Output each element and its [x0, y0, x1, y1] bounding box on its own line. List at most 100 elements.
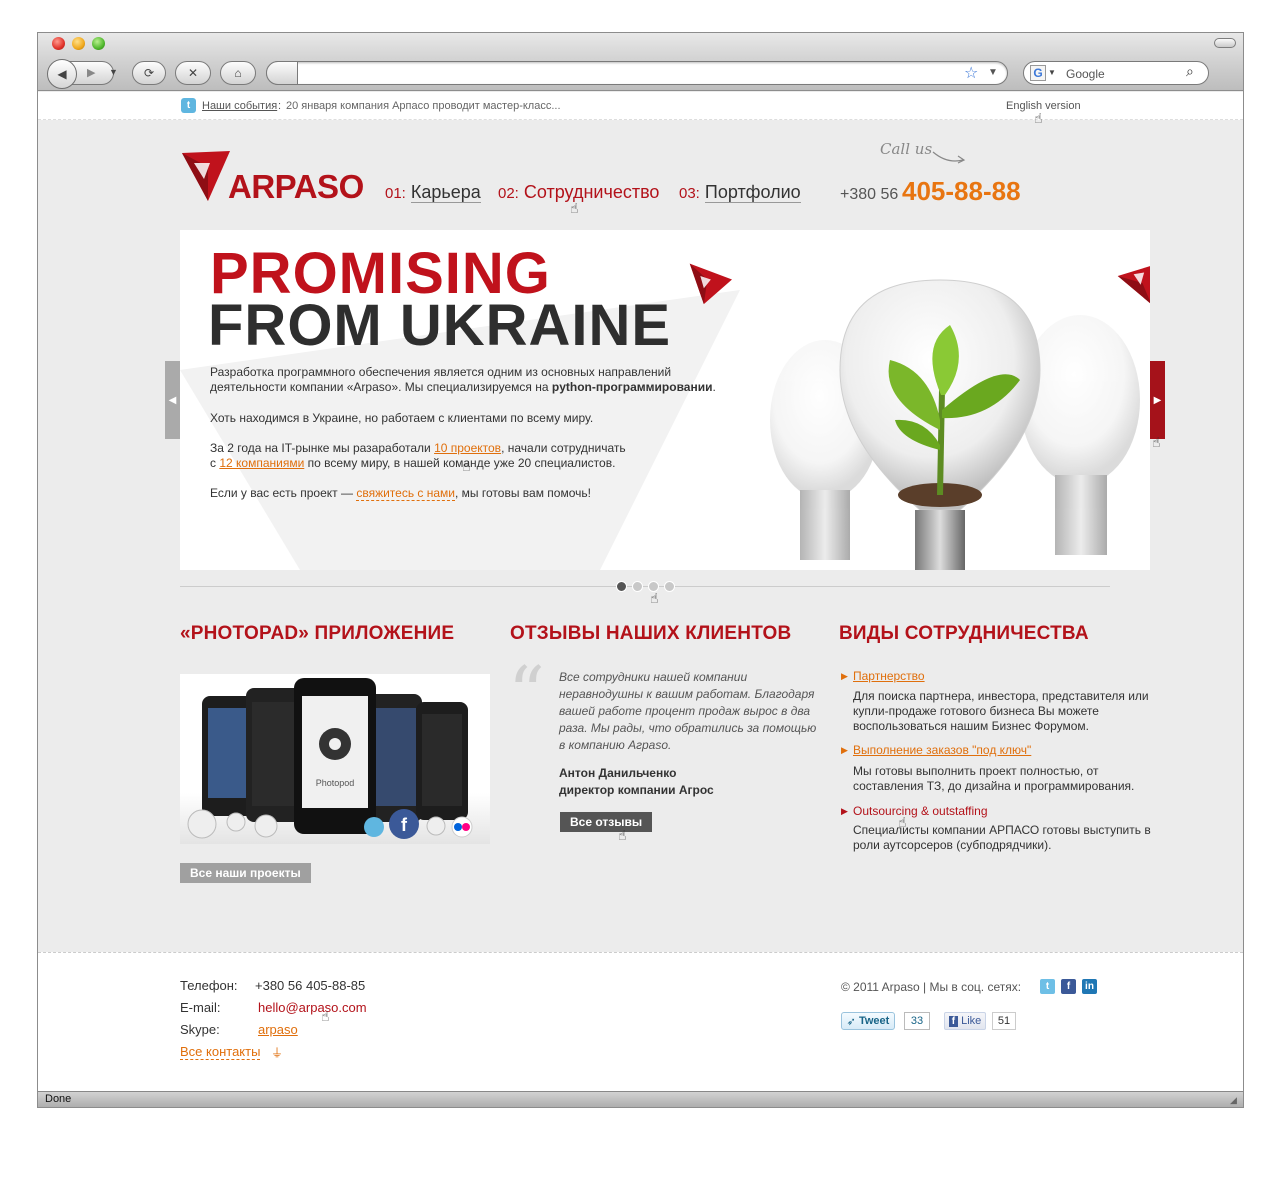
- nav-number: 02:: [498, 185, 519, 202]
- all-reviews-button[interactable]: Все отзывы: [560, 812, 653, 832]
- logo-text[interactable]: ARPASO: [228, 168, 364, 206]
- all-contacts-link[interactable]: Все контакты: [180, 1044, 261, 1060]
- pointer-cursor-icon: ☝: [898, 814, 907, 830]
- facebook-like-button[interactable]: f Like: [944, 1012, 986, 1030]
- bullet-arrow-icon: ▶: [841, 671, 848, 681]
- search-engine-dropdown-icon[interactable]: ▼: [1048, 68, 1056, 77]
- news-label-link[interactable]: Наши события: [202, 100, 277, 112]
- stop-button[interactable]: ✕: [175, 61, 211, 85]
- forward-button[interactable]: ▶: [87, 66, 95, 79]
- cooperation-link-outsourcing[interactable]: Outsourcing & outstaffing: [853, 804, 988, 818]
- banner-text: .: [712, 380, 716, 394]
- site-identity-button[interactable]: [266, 61, 298, 85]
- app-name-label: Photopod: [316, 778, 355, 788]
- address-bar[interactable]: [266, 61, 1008, 85]
- browser-window: ◀ ▶ ▼ ⟳ ✕ ⌂ ☆ ▼ G ▼ Google ⌕ t Наши собы…: [37, 32, 1244, 1108]
- cooperation-description: Для поиска партнера, инвестора, представ…: [853, 689, 1149, 733]
- status-text: Done: [45, 1093, 72, 1105]
- banner-text: по всему миру, в нашей команде уже 20 сп…: [304, 456, 616, 470]
- tweet-button[interactable]: ➶ Tweet: [841, 1012, 895, 1030]
- lightbulb-plant-image: [770, 279, 1140, 570]
- linkedin-icon[interactable]: in: [1082, 979, 1097, 994]
- phone-label: Телефон:: [180, 978, 238, 993]
- skype-link[interactable]: arpaso: [258, 1022, 298, 1037]
- pointer-cursor-icon: ☝: [462, 458, 471, 474]
- search-placeholder: Google: [1066, 67, 1105, 81]
- projects-link[interactable]: 10 проектов: [434, 441, 501, 455]
- pointer-cursor-icon: ☝: [618, 827, 627, 843]
- back-button[interactable]: ◀: [47, 59, 77, 89]
- banner-bold-text: python-программировании: [551, 380, 713, 394]
- banner-text: Если у вас есть проект —: [210, 486, 357, 500]
- reload-button[interactable]: ⟳: [132, 61, 166, 85]
- zoom-window-button[interactable]: [92, 37, 105, 50]
- nav-item-career[interactable]: 01: Карьера: [385, 182, 481, 203]
- slider-prev-button[interactable]: ◀: [165, 361, 180, 439]
- pointer-cursor-icon: ☝: [650, 590, 659, 606]
- arpaso-logo-icon[interactable]: [180, 149, 230, 201]
- slider-dot[interactable]: [664, 581, 675, 592]
- twitter-bird-icon: ➶: [846, 1015, 856, 1028]
- twitter-icon[interactable]: t: [1040, 979, 1055, 994]
- promo-slider: PROMISING FROM UKRAINE Разработка програ…: [180, 230, 1150, 570]
- cooperation-link-turnkey[interactable]: Выполнение заказов "под ключ": [853, 743, 1031, 757]
- contact-us-link[interactable]: свяжитесь с нами: [356, 486, 456, 501]
- resize-grip-icon[interactable]: ◢: [1230, 1095, 1237, 1106]
- photopad-app-image[interactable]: Photopod f: [180, 674, 490, 844]
- facebook-icon[interactable]: f: [1061, 979, 1076, 994]
- footer: Телефон: +380 56 405-88-85 E-mail: hello…: [38, 952, 1243, 1092]
- slider-dot[interactable]: [632, 581, 643, 592]
- english-version-link[interactable]: English version: [1006, 100, 1081, 112]
- arpaso-logo-icon: [689, 263, 732, 305]
- companies-link[interactable]: 12 компаниями: [219, 456, 304, 470]
- news-strip: t Наши события : 20 января компания Арпа…: [38, 92, 1243, 126]
- url-history-dropdown-icon[interactable]: ▼: [988, 67, 998, 78]
- nav-item-cooperation[interactable]: 02: Сотрудничество: [498, 182, 659, 203]
- email-link[interactable]: hello@arpaso.com: [258, 1000, 367, 1015]
- minimize-window-button[interactable]: [72, 37, 85, 50]
- back-forward-buttons: ◀ ▶ ▼: [47, 59, 118, 89]
- stop-icon: ✕: [187, 66, 199, 80]
- status-bar: Done ◢: [38, 1091, 1243, 1107]
- facebook-icon: f: [948, 1015, 959, 1027]
- banner-text: с: [210, 456, 220, 470]
- nav-item-portfolio[interactable]: 03: Портфолио: [679, 182, 801, 203]
- nav-number: 01:: [385, 185, 406, 202]
- slider-next-button[interactable]: ▶: [1150, 361, 1165, 439]
- review-author-title: директор компании Агрос: [559, 783, 714, 797]
- banner-text: , начали сотрудничать: [501, 441, 626, 455]
- pointer-cursor-icon: ☝: [321, 1008, 330, 1024]
- toolbar-toggle-button[interactable]: [1214, 38, 1236, 48]
- phone-number[interactable]: 405-88-88: [902, 176, 1021, 207]
- bookmark-star-icon[interactable]: ☆: [964, 63, 978, 83]
- web-page: t Наши события : 20 января компания Арпа…: [38, 92, 1243, 1092]
- banner-paragraph: Разработка программного обеспечения явля…: [210, 365, 730, 395]
- all-projects-button[interactable]: Все наши проекты: [180, 863, 311, 883]
- call-us-arrow-icon: [932, 151, 966, 164]
- search-icon[interactable]: ⌕: [1186, 63, 1194, 80]
- quote-mark-icon: “: [508, 651, 545, 735]
- home-button[interactable]: ⌂: [220, 61, 256, 85]
- back-arrow-icon: ◀: [57, 67, 67, 81]
- plug-icon: ⏚: [271, 1046, 284, 1060]
- history-dropdown-icon[interactable]: ▼: [109, 67, 118, 77]
- close-window-button[interactable]: [52, 37, 65, 50]
- banner-text: За 2 года на IT-рынке мы разаработали: [210, 441, 435, 455]
- like-label: Like: [961, 1015, 982, 1027]
- review-author: Антон Данильченко директор компании Агро…: [559, 765, 714, 799]
- arpaso-logo-icon: [1117, 266, 1150, 304]
- nav-number: 03:: [679, 185, 700, 202]
- nav-label: Портфолио: [704, 182, 801, 203]
- tweet-count: 33: [904, 1012, 930, 1030]
- svg-text:f: f: [401, 815, 408, 835]
- slider-dot[interactable]: [616, 581, 627, 592]
- call-us-label: Call us: [880, 140, 933, 158]
- banner-title-line2: FROM UKRAINE: [208, 293, 672, 358]
- news-separator: :: [278, 100, 282, 112]
- search-engine-icon[interactable]: G: [1030, 65, 1046, 81]
- cooperation-link-partnership[interactable]: Партнерство: [853, 669, 925, 683]
- bullet-arrow-icon: ▶: [841, 806, 848, 816]
- twitter-icon[interactable]: t: [181, 98, 196, 113]
- tweet-label: Tweet: [858, 1015, 890, 1027]
- pointer-cursor-icon: ☝: [570, 200, 579, 216]
